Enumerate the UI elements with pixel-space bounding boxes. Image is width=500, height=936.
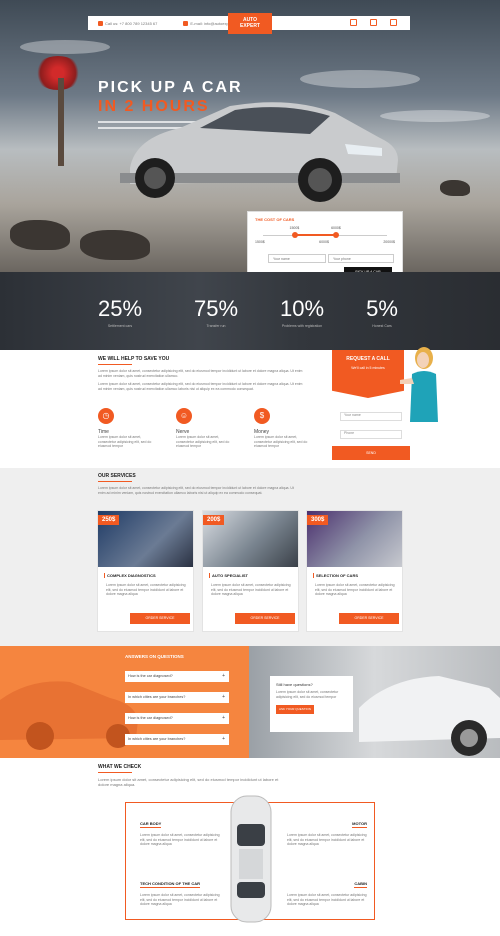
service-text: Lorem ipsum dolor sit amet, consectetur … [211,583,291,596]
phone-info: Call us: +7 800 789 12345 67 [98,20,157,26]
service-image: 250$ [98,511,193,567]
stat-item: 10% Problems with registration [279,296,325,328]
name-input[interactable] [268,254,326,263]
answers-title: ANSWERS ON QUESTIONS [125,654,184,659]
faq-item[interactable]: In which cities are your branches? + [125,734,229,745]
plus-icon: + [222,694,225,700]
woman-image [400,347,438,422]
social-icon[interactable] [370,19,377,26]
service-title: AUTO SPECIALIST [209,573,298,578]
service-card: 200$ AUTO SPECIALIST Lorem ipsum dolor s… [202,510,299,632]
phone-input[interactable] [328,254,394,263]
faq-item[interactable]: How is the car diagnosed? + [125,713,229,724]
check-intro: Lorem ipsum dolor sit amet, consectetur … [98,777,279,787]
check-item-cabin: CABIN Lorem ipsum dolor sit amet, consect… [287,881,367,906]
order-service-button[interactable]: ORDER SERVICE [339,613,399,624]
save-title: WE WILL HELP TO SAVE YOU [98,356,170,362]
ask-question-button[interactable]: ASK YOUR QUESTION [276,705,314,714]
service-card: 250$ COMPLEX DIAGNOSTICS Lorem ipsum dol… [97,510,194,632]
price-badge: 300$ [307,515,329,525]
plus-icon: + [222,736,225,742]
rock [80,230,150,260]
car-top-view-image [230,795,272,923]
rock [10,220,70,250]
order-service-button[interactable]: ORDER SERVICE [235,613,295,624]
site-logo[interactable]: AUTO EXPERT [228,13,272,34]
check-item-tech-condition: TECH CONDITION OF THE CAR Lorem ipsum dol… [140,881,220,906]
hero-line1: PICK UP A CAR [98,79,243,96]
request-name-input[interactable]: Your name [340,412,402,421]
stat-item: 5% Honest Cars [366,296,398,328]
slider-fill [294,234,337,236]
stats-section [0,272,500,350]
service-title: SELECTION OF CARS [313,573,402,578]
save-paragraph: Lorem ipsum dolor sit amet, consectetur … [98,382,303,391]
car-image [359,676,500,756]
service-card: 300$ SELECTION OF CARS Lorem ipsum dolor… [306,510,403,632]
slider-value-max: 6000$ [331,226,341,230]
check-title: WHAT WE CHECK [98,764,142,770]
services-intro: Lorem ipsum dolor sit amet, consectetur … [98,486,294,495]
tree-trunk [58,78,64,166]
social-icon[interactable] [390,19,397,26]
rock [440,180,470,196]
faq-item[interactable]: How is the car diagnosed? + [125,671,229,682]
slider-handle-min[interactable] [291,232,298,238]
smile-icon: ☺ [176,408,192,424]
order-service-button[interactable]: ORDER SERVICE [130,613,190,624]
service-text: Lorem ipsum dolor sit amet, consectetur … [315,583,395,596]
service-title: COMPLEX DIAGNOSTICS [104,573,193,578]
price-badge: 250$ [98,515,120,525]
service-text: Lorem ipsum dolor sit amet, consectetur … [106,583,186,596]
slider-value-min: 1500$ [289,226,300,230]
price-badge: 200$ [203,515,225,525]
services-title: OUR SERVICES [98,473,136,479]
faq-item[interactable]: In which cities are your branches? + [125,692,229,703]
save-paragraph: Lorem ipsum dolor sit amet, consectetur … [98,369,303,378]
request-call-banner: REQUEST A CALL We'll call in 5 minutes [332,350,404,398]
social-icon[interactable] [350,19,357,26]
feature-money: $ Money Lorem ipsum dolor sit amet, consec… [254,408,314,449]
cloud [20,40,110,54]
stat-item: 25% Settlement cars [97,296,143,328]
clock-icon: ◷ [98,408,114,424]
car-image [0,681,138,750]
email-icon [183,20,189,26]
still-questions-box: Still have questions? Lorem ipsum dolor … [270,676,353,732]
feature-time: ◷ Time Lorem ipsum dolor sit amet, consect… [98,408,158,449]
answers-section: ANSWERS ON QUESTIONS [0,646,500,758]
service-image: 200$ [203,511,298,567]
plus-icon: + [222,673,225,679]
request-send-button[interactable]: SEND [332,446,410,460]
request-phone-input[interactable]: Phone [340,430,402,439]
service-image: 300$ [307,511,402,567]
cloud [300,70,420,88]
price-range-slider[interactable]: 1500$ 6000$ [255,226,395,242]
check-item-car-body: CAR BODY Lorem ipsum dolor sit amet, cons… [140,821,220,846]
suv-car-image [120,102,400,202]
money-icon: $ [254,408,270,424]
phone-icon [98,20,103,26]
slider-handle-max[interactable] [333,232,340,238]
cost-title: THE COST OF CARS [255,217,295,222]
feature-nerve: ☺ Nerve Lorem ipsum dolor sit amet, consec… [176,408,236,449]
title-underline [98,772,132,773]
check-item-motor: MOTOR Lorem ipsum dolor sit amet, consect… [287,821,367,846]
title-underline [98,481,132,482]
stat-item: 75% Transfer run [193,296,239,328]
plus-icon: + [222,715,225,721]
title-underline [98,364,132,365]
